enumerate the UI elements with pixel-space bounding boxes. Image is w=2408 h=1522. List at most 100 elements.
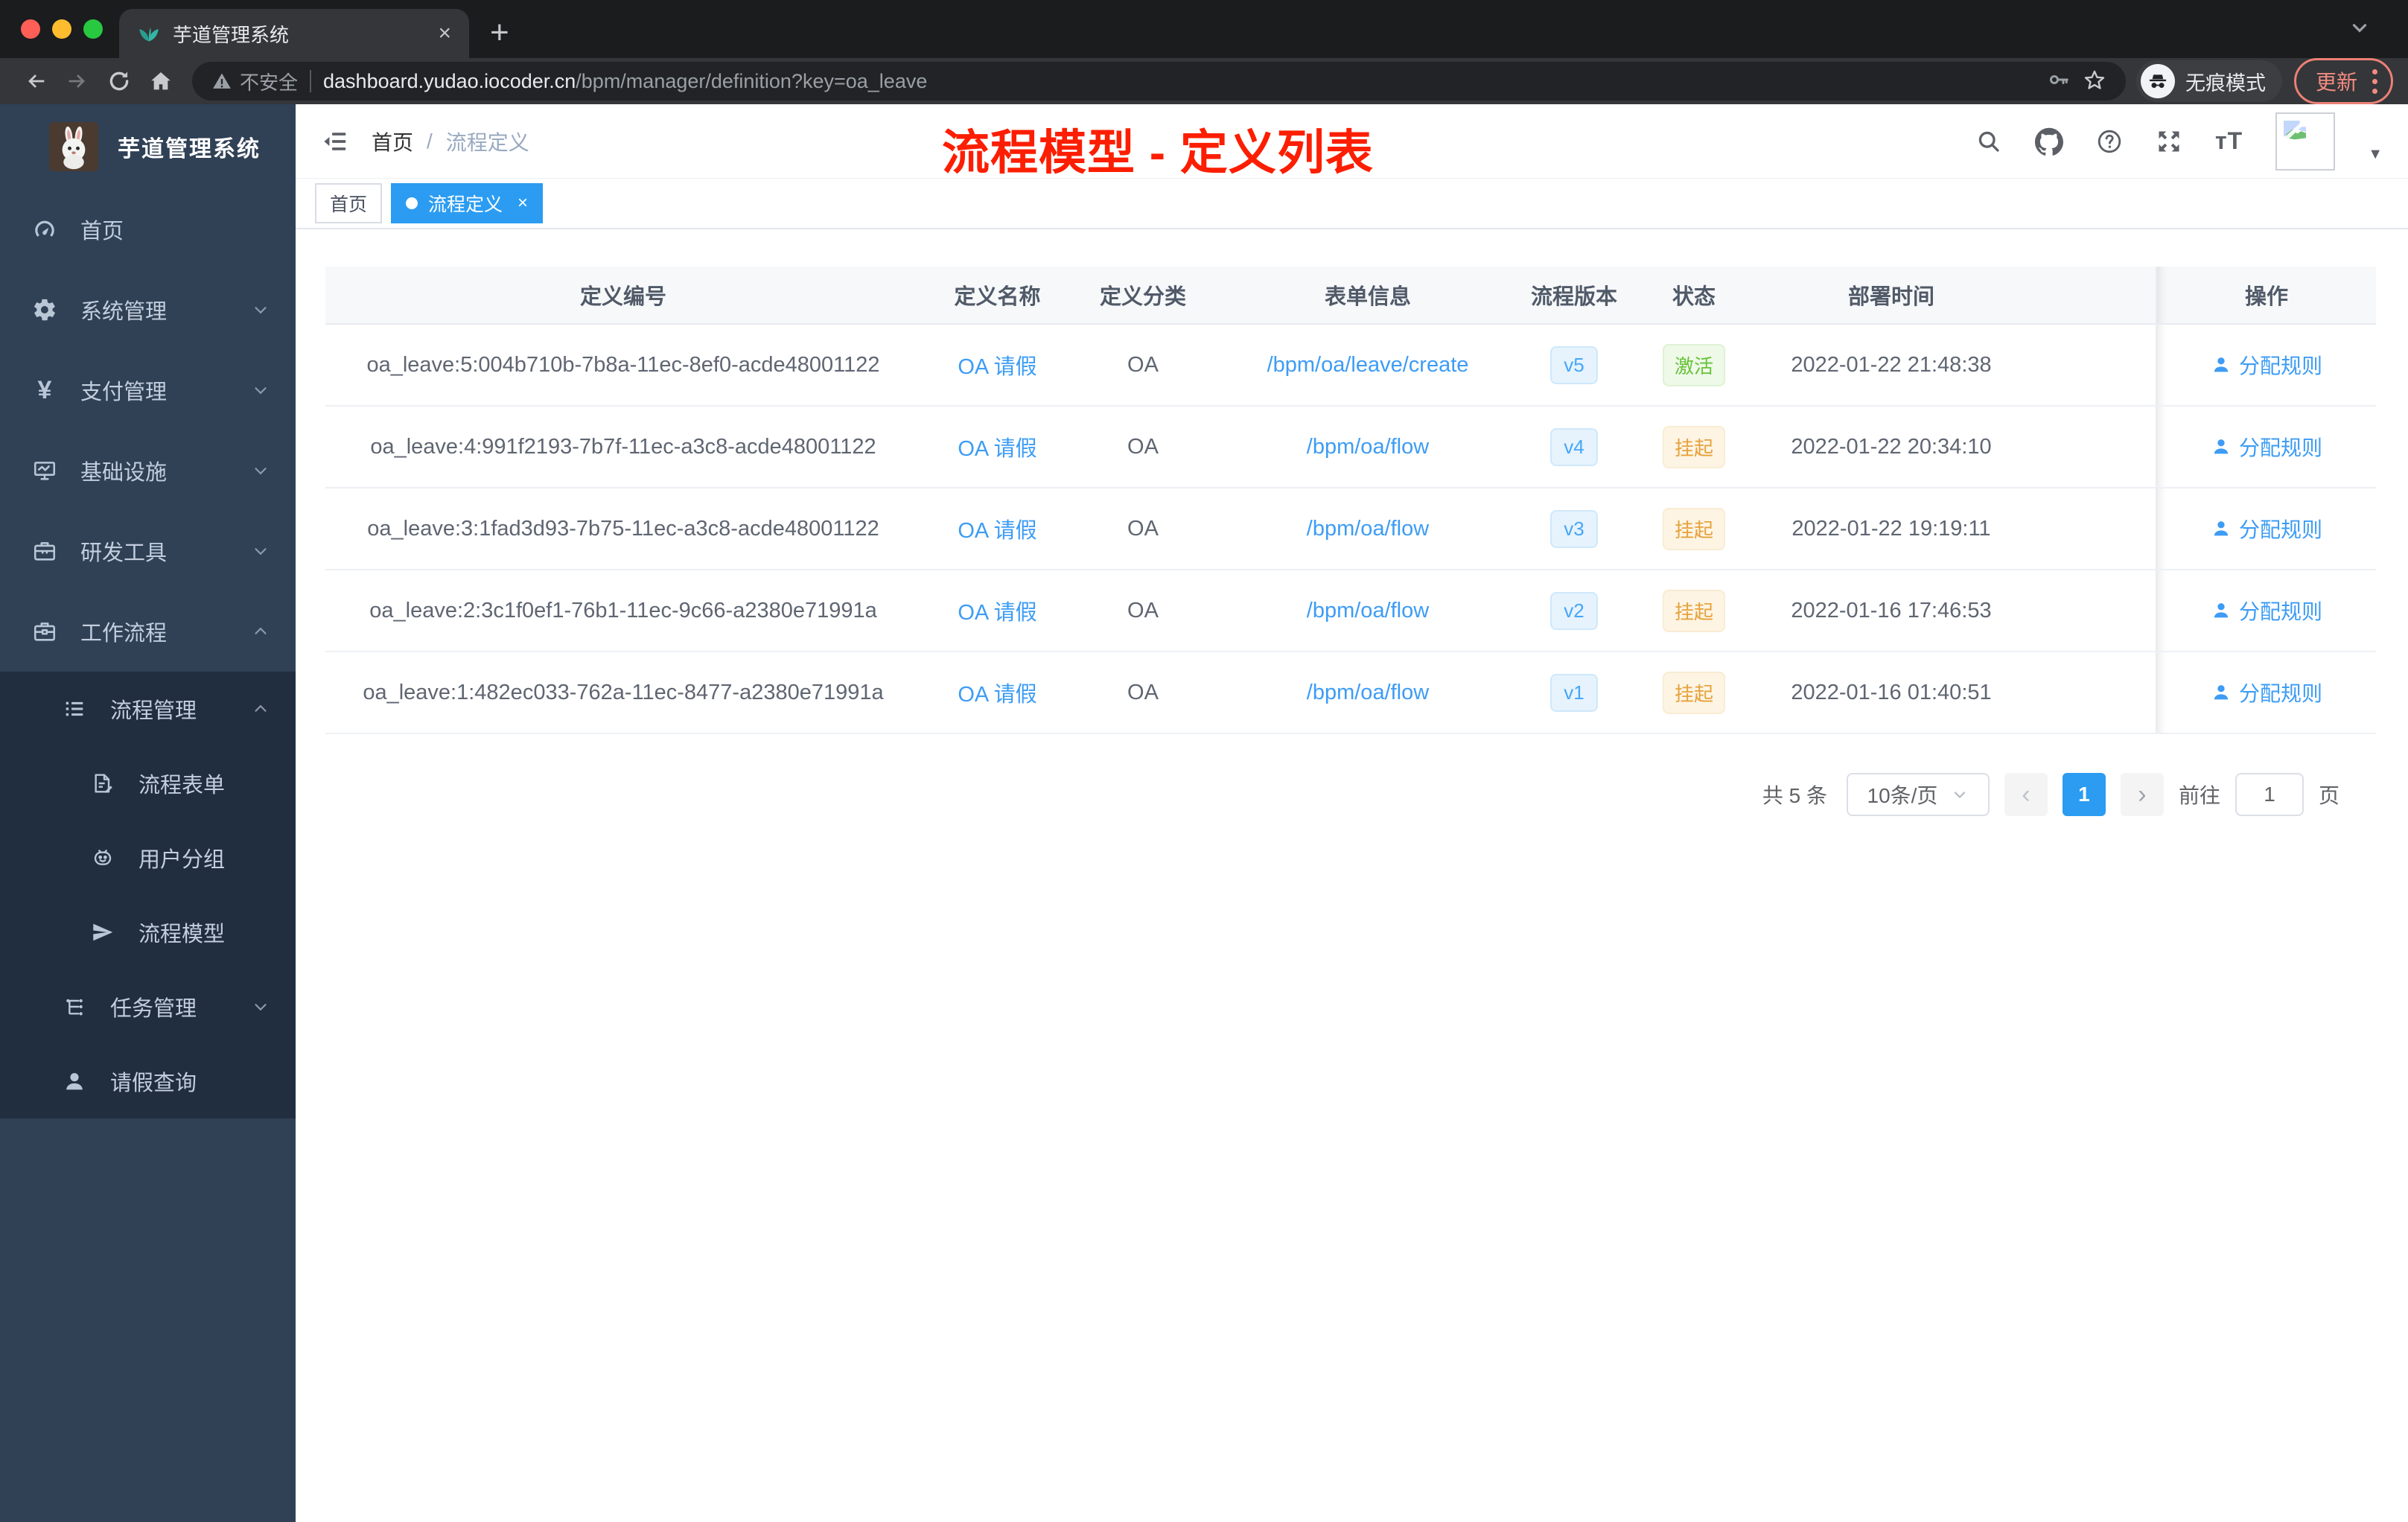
form-link[interactable]: /bpm/oa/flow <box>1307 681 1429 705</box>
tab-strip: 芋道管理系统 × + <box>0 0 2408 58</box>
github-icon[interactable] <box>2034 127 2063 156</box>
form-link[interactable]: /bpm/oa/flow <box>1307 517 1429 541</box>
paper-plane-icon <box>89 920 116 944</box>
assign-rule-button[interactable]: 分配规则 <box>2211 514 2322 544</box>
definition-category: OA <box>1127 434 1159 459</box>
sidebar-item-workflow[interactable]: 工作流程 <box>0 591 296 672</box>
definition-name-link[interactable]: OA 请假 <box>958 595 1036 626</box>
browser-update-button[interactable]: 更新 <box>2293 58 2393 104</box>
reload-icon[interactable] <box>98 69 140 94</box>
monitor-icon <box>31 458 58 483</box>
key-icon[interactable] <box>2047 68 2071 95</box>
minimize-window-button[interactable] <box>52 19 71 39</box>
filler-cell <box>2019 570 2156 651</box>
sidebar-item-user-group[interactable]: 用户分组 <box>0 821 296 895</box>
url-bar[interactable]: 不安全 dashboard.yudao.iocoder.cn/bpm/manag… <box>192 62 2126 101</box>
definition-name-link[interactable]: OA 请假 <box>958 677 1036 708</box>
security-label: 不安全 <box>240 71 299 94</box>
version-badge: v2 <box>1550 591 1598 630</box>
tag-home[interactable]: 首页 <box>315 183 383 223</box>
definition-name-link[interactable]: OA 请假 <box>958 513 1036 544</box>
assign-rule-button[interactable]: 分配规则 <box>2211 596 2322 625</box>
status-badge: 挂起 <box>1662 425 1725 468</box>
person-icon <box>61 1069 88 1093</box>
url-text[interactable]: dashboard.yudao.iocoder.cn/bpm/manager/d… <box>323 70 927 93</box>
back-icon[interactable] <box>15 69 57 94</box>
security-status[interactable]: 不安全 <box>211 68 298 95</box>
next-page-button[interactable]: › <box>2120 773 2164 816</box>
prev-page-button[interactable]: ‹ <box>2004 773 2048 816</box>
assign-rule-button[interactable]: 分配规则 <box>2211 432 2322 462</box>
fullscreen-icon[interactable] <box>2156 128 2182 155</box>
definition-name-link[interactable]: OA 请假 <box>958 349 1036 380</box>
sidebar-item-process-form[interactable]: 流程表单 <box>0 746 296 821</box>
browser-menu-icon[interactable] <box>2372 69 2377 94</box>
gear-icon <box>31 297 58 322</box>
user-icon <box>2214 685 2229 700</box>
sidebar-logo[interactable]: 芋道管理系统 <box>0 104 296 189</box>
tab-search-chevron-icon[interactable] <box>2348 16 2371 42</box>
version-badge: v5 <box>1550 346 1598 384</box>
new-tab-button[interactable]: + <box>490 16 509 49</box>
breadcrumb-home[interactable]: 首页 <box>372 127 413 156</box>
col-header-id: 定义编号 <box>579 285 666 309</box>
sidebar-item-process-model[interactable]: 流程模型 <box>0 895 296 969</box>
definition-name-link[interactable]: OA 请假 <box>958 431 1036 462</box>
page-1-button[interactable]: 1 <box>2062 773 2106 816</box>
assign-rule-button[interactable]: 分配规则 <box>2211 678 2322 707</box>
sidebar-item-devtools[interactable]: 研发工具 <box>0 511 296 591</box>
tag-label: 首页 <box>330 194 368 215</box>
form-link[interactable]: /bpm/oa/leave/create <box>1267 353 1469 378</box>
page-size-select[interactable]: 10条/页 <box>1846 773 1990 816</box>
sidebar-item-infra[interactable]: 基础设施 <box>0 430 296 511</box>
sidebar-item-label: 请假查询 <box>110 1072 197 1095</box>
home-icon[interactable] <box>140 69 182 94</box>
sidebar-item-task-mgmt[interactable]: 任务管理 <box>0 969 296 1044</box>
chevron-up-icon <box>251 622 270 641</box>
sidebar-item-process-mgmt[interactable]: 流程管理 <box>0 672 296 746</box>
maximize-window-button[interactable] <box>83 19 103 39</box>
definition-id: oa_leave:2:3c1f0ef1-76b1-11ec-9c66-a2380… <box>369 598 877 623</box>
sidebar-item-leave-query[interactable]: 请假查询 <box>0 1044 296 1118</box>
search-icon[interactable] <box>1975 128 2002 155</box>
browser-toolbar: 不安全 dashboard.yudao.iocoder.cn/bpm/manag… <box>0 58 2408 104</box>
sidebar-item-label: 首页 <box>80 220 124 243</box>
sidebar-item-system[interactable]: 系统管理 <box>0 270 296 350</box>
pagination-total: 共 5 条 <box>1762 784 1827 807</box>
broken-image-icon <box>2282 119 2307 141</box>
version-badge: v1 <box>1550 673 1598 712</box>
form-link[interactable]: /bpm/oa/flow <box>1307 599 1429 623</box>
font-size-icon[interactable]: ᴛT <box>2215 127 2243 155</box>
assign-rule-button[interactable]: 分配规则 <box>2211 350 2322 380</box>
form-link[interactable]: /bpm/oa/flow <box>1307 435 1429 459</box>
sidebar-item-label: 工作流程 <box>80 622 168 646</box>
sidebar-collapse-icon[interactable] <box>321 127 349 156</box>
bookmark-star-icon[interactable] <box>2083 68 2106 95</box>
navbar-actions: ᴛT ▼ <box>1975 112 2383 171</box>
col-header-name: 定义名称 <box>954 285 1041 309</box>
avatar-caret-icon[interactable]: ▼ <box>2368 146 2383 163</box>
goto-page-input[interactable] <box>2235 773 2304 816</box>
col-header-time: 部署时间 <box>1847 285 1934 309</box>
sidebar-item-home[interactable]: 首页 <box>0 189 296 270</box>
close-window-button[interactable] <box>21 19 40 39</box>
favicon-sprout-icon <box>137 20 161 48</box>
breadcrumb-current: 流程定义 <box>445 130 529 154</box>
breadcrumb-separator: / <box>427 129 433 153</box>
browser-tab[interactable]: 芋道管理系统 × <box>119 9 469 58</box>
goto-label: 前往 <box>2178 784 2220 807</box>
select-caret-icon <box>1955 792 1966 799</box>
table-row: oa_leave:1:482ec033-762a-11ec-8477-a2380… <box>325 652 2376 734</box>
definition-id: oa_leave:4:991f2193-7b7f-11ec-a3c8-acde4… <box>370 434 876 459</box>
chevron-down-icon <box>251 541 270 561</box>
tab-close-icon[interactable]: × <box>438 22 451 45</box>
avatar[interactable] <box>2275 112 2336 171</box>
tag-close-icon[interactable]: × <box>517 193 528 214</box>
forward-icon[interactable] <box>57 69 98 94</box>
window-controls[interactable] <box>21 19 103 39</box>
tag-process-definition[interactable]: 流程定义 × <box>391 183 544 223</box>
sidebar-item-payment[interactable]: ¥ 支付管理 <box>0 350 296 430</box>
help-icon[interactable] <box>2096 128 2123 155</box>
toolbox-icon <box>31 538 58 564</box>
definition-id: oa_leave:5:004b710b-7b8a-11ec-8ef0-acde4… <box>366 352 880 377</box>
